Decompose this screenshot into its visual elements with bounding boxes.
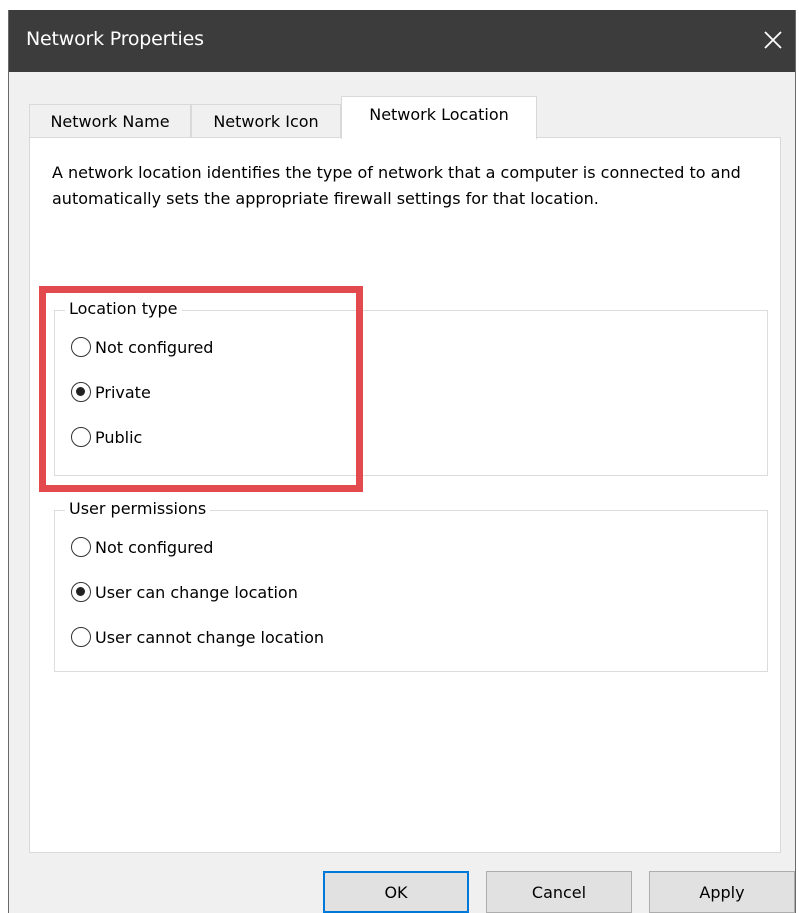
radio-location-public[interactable]: Public [71,423,142,451]
user-permissions-legend: User permissions [65,497,211,521]
location-type-group: Location type Not configured Private Pub… [54,297,768,476]
radio-button-icon[interactable] [71,337,91,357]
dialog-window: Network Properties Network Name Network … [8,10,796,913]
tab-network-location[interactable]: Network Location [341,96,537,139]
radio-button-icon[interactable] [71,627,91,647]
apply-button[interactable]: Apply [649,871,795,913]
close-icon[interactable] [755,22,791,58]
window-title: Network Properties [26,28,204,50]
radio-label: User cannot change location [95,627,325,647]
radio-label: Private [95,382,151,402]
description-text: A network location identifies the type o… [52,163,741,208]
radio-label: Not configured [95,337,214,357]
radio-location-private[interactable]: Private [71,378,151,406]
radio-user-can-change[interactable]: User can change location [71,578,298,606]
user-permissions-group: User permissions Not configured User can… [54,497,768,672]
tab-network-name[interactable]: Network Name [29,104,191,138]
tab-panel: A network location identifies the type o… [29,137,781,853]
tab-label: Network Location [369,105,509,124]
tab-label: Network Name [50,112,170,131]
radio-label: User can change location [95,582,298,602]
tab-label: Network Icon [213,112,319,131]
radio-user-cannot-change[interactable]: User cannot change location [71,623,324,651]
radio-permission-not-configured[interactable]: Not configured [71,533,213,561]
title-bar[interactable]: Network Properties [9,10,795,72]
radio-button-checked-icon[interactable] [71,582,91,602]
tab-network-icon[interactable]: Network Icon [191,104,341,138]
cancel-button[interactable]: Cancel [486,871,632,913]
radio-button-checked-icon[interactable] [71,382,91,402]
ok-button[interactable]: OK [323,871,469,913]
radio-button-icon[interactable] [71,427,91,447]
radio-button-icon[interactable] [71,537,91,557]
location-type-legend: Location type [65,297,182,321]
radio-label: Not configured [95,537,214,557]
radio-label: Public [95,427,143,447]
radio-location-not-configured[interactable]: Not configured [71,333,213,361]
